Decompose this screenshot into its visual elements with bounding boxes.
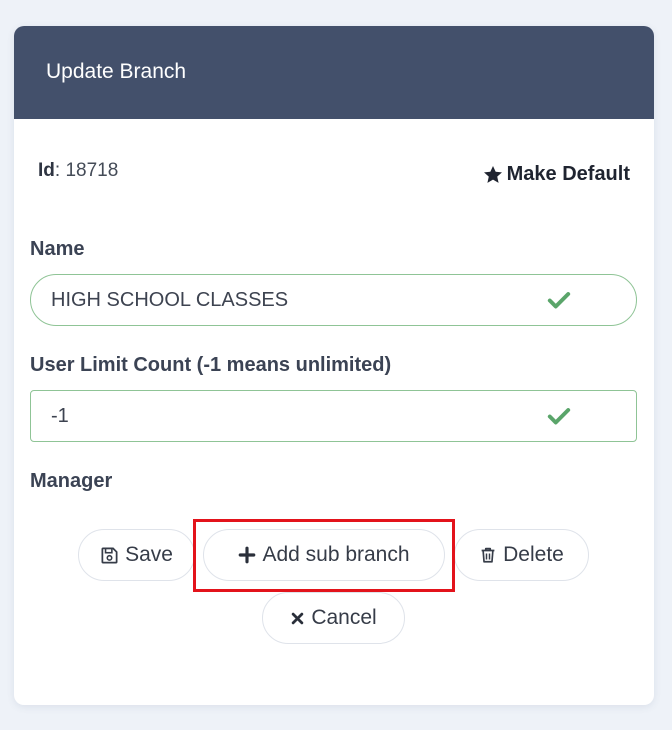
make-default-button[interactable]: Make Default [482,163,630,186]
name-label: Name [30,238,85,260]
save-label: Save [125,543,173,566]
make-default-label: Make Default [506,163,630,185]
manager-label: Manager [30,470,113,492]
check-icon [547,408,571,425]
add-sub-branch-button[interactable]: Add sub branch [203,529,445,581]
x-icon [292,612,304,624]
trash-icon [481,547,495,563]
delete-button[interactable]: Delete [454,529,589,581]
name-field[interactable] [30,274,637,326]
id-separator: : [54,160,66,181]
add-sub-branch-label: Add sub branch [262,543,410,566]
delete-label: Delete [503,543,564,566]
floppy-disk-icon [101,547,118,563]
check-icon [547,292,571,309]
user-limit-input[interactable] [31,403,546,429]
record-id: Id: 18718 [38,160,118,182]
user-limit-field[interactable] [30,390,637,442]
plus-icon [239,546,256,564]
update-branch-card: Update Branch Id: 18718 Make Default Nam… [14,26,654,705]
cancel-label: Cancel [311,606,377,629]
card-header: Update Branch [14,26,654,119]
id-value: 18718 [65,160,119,181]
cancel-button[interactable]: Cancel [262,592,405,644]
id-label: Id [38,160,55,181]
star-icon [483,165,502,183]
user-limit-label: User Limit Count (-1 means unlimited) [30,354,392,376]
save-button[interactable]: Save [78,529,195,581]
name-input[interactable] [31,287,546,313]
card-title: Update Branch [46,60,187,83]
